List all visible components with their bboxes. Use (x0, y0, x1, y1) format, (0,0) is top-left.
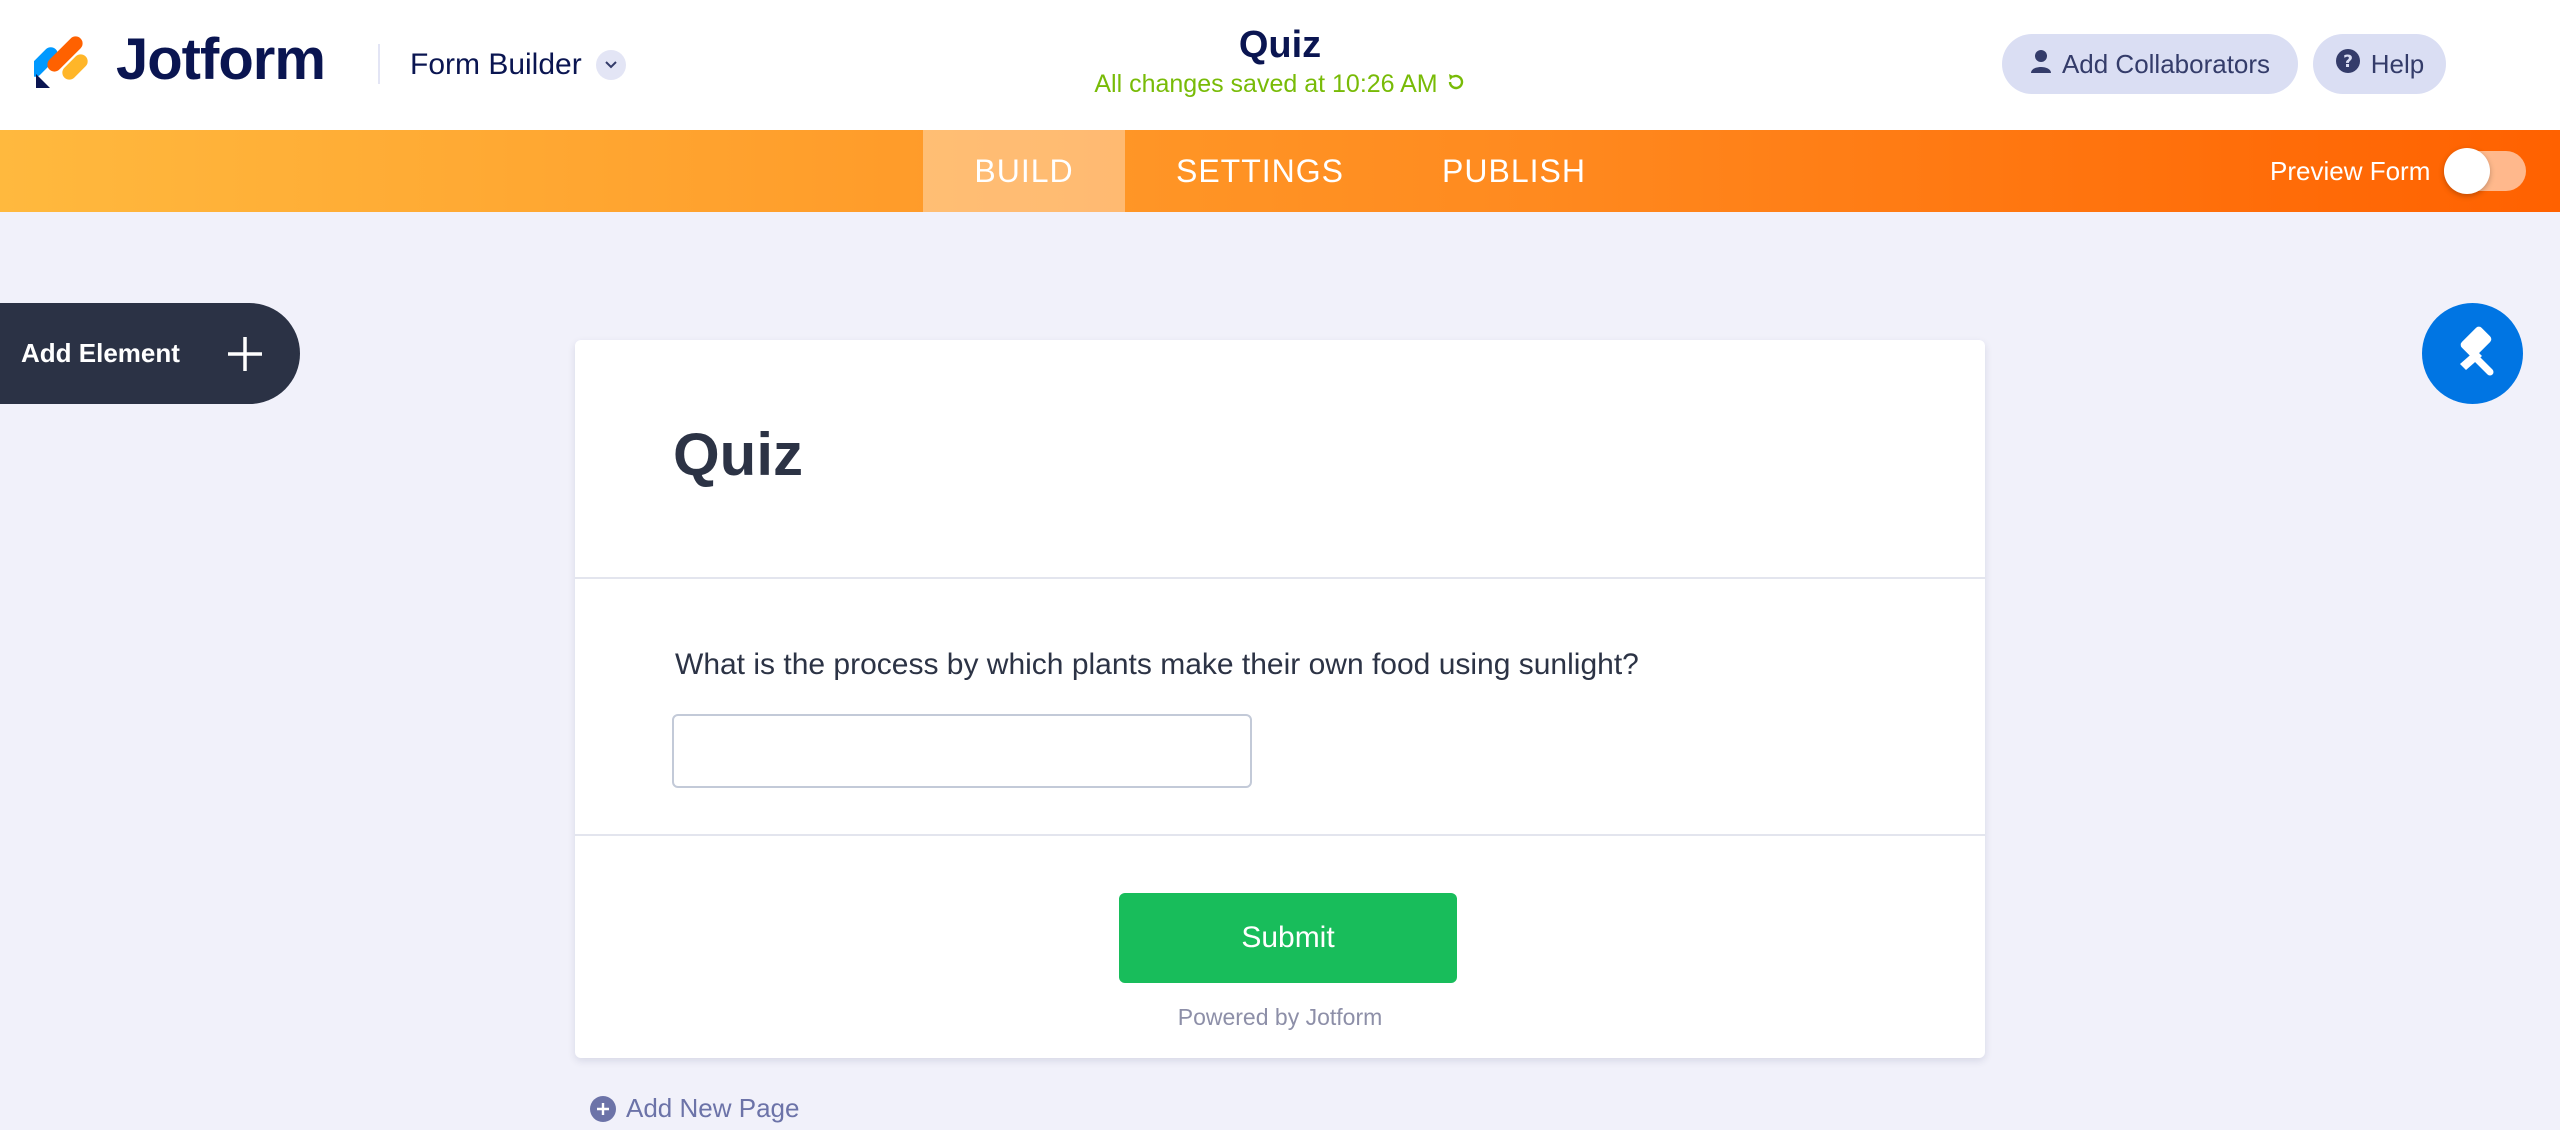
builder-dropdown[interactable]: Form Builder (410, 44, 626, 86)
builder-nav-bar: BUILD SETTINGS PUBLISH Preview Form (0, 130, 2560, 212)
chevron-down-icon (595, 50, 626, 80)
question-divider (575, 834, 1985, 836)
save-status-text: All changes saved at 10:26 AM (1094, 70, 1438, 98)
save-status: All changes saved at 10:26 AM (930, 70, 1630, 99)
form-card: Quiz What is the process by which plants… (575, 340, 1985, 1058)
plus-icon (226, 335, 264, 373)
refresh-icon[interactable] (1446, 70, 1466, 99)
powered-by-text: Powered by Jotform (1177, 1004, 1383, 1030)
preview-form-label: Preview Form (2270, 155, 2431, 186)
add-element-button[interactable]: Add Element (0, 303, 300, 404)
submit-button[interactable]: Submit (1119, 893, 1457, 983)
tab-build[interactable]: BUILD (923, 130, 1125, 212)
top-header: Jotform Form Builder Quiz All changes sa… (0, 0, 2560, 130)
jotform-logo-icon (28, 30, 90, 90)
tab-publish[interactable]: PUBLISH (1405, 130, 1623, 212)
svg-text:?: ? (2343, 52, 2353, 72)
add-new-page-button[interactable]: Add New Page (590, 1093, 799, 1124)
preview-form-toggle[interactable] (2444, 148, 2526, 194)
add-collaborators-label: Add Collaborators (2061, 48, 2271, 79)
logo-wordmark: Jotform (116, 27, 326, 92)
form-designer-button[interactable] (2422, 303, 2523, 404)
form-title[interactable]: Quiz (1080, 24, 1480, 67)
add-element-label: Add Element (21, 338, 180, 368)
plus-circle-icon (590, 1095, 616, 1122)
builder-label: Form Builder (410, 48, 582, 81)
question-circle-icon: ? (2335, 48, 2361, 81)
help-label: Help (2370, 48, 2425, 79)
jotform-logo[interactable]: Jotform (28, 27, 326, 92)
user-icon (2030, 49, 2052, 80)
form-heading[interactable]: Quiz (673, 420, 803, 489)
add-new-page-label: Add New Page (626, 1093, 800, 1123)
answer-input[interactable] (672, 714, 1252, 788)
paint-roller-icon (2446, 324, 2500, 383)
toggle-knob (2444, 148, 2490, 194)
tab-settings[interactable]: SETTINGS (1145, 130, 1375, 212)
question-label[interactable]: What is the process by which plants make… (675, 648, 1639, 682)
header-divider (378, 44, 380, 84)
heading-divider (575, 577, 1985, 579)
add-collaborators-button[interactable]: Add Collaborators (2002, 34, 2298, 94)
help-button[interactable]: ? Help (2313, 34, 2446, 94)
